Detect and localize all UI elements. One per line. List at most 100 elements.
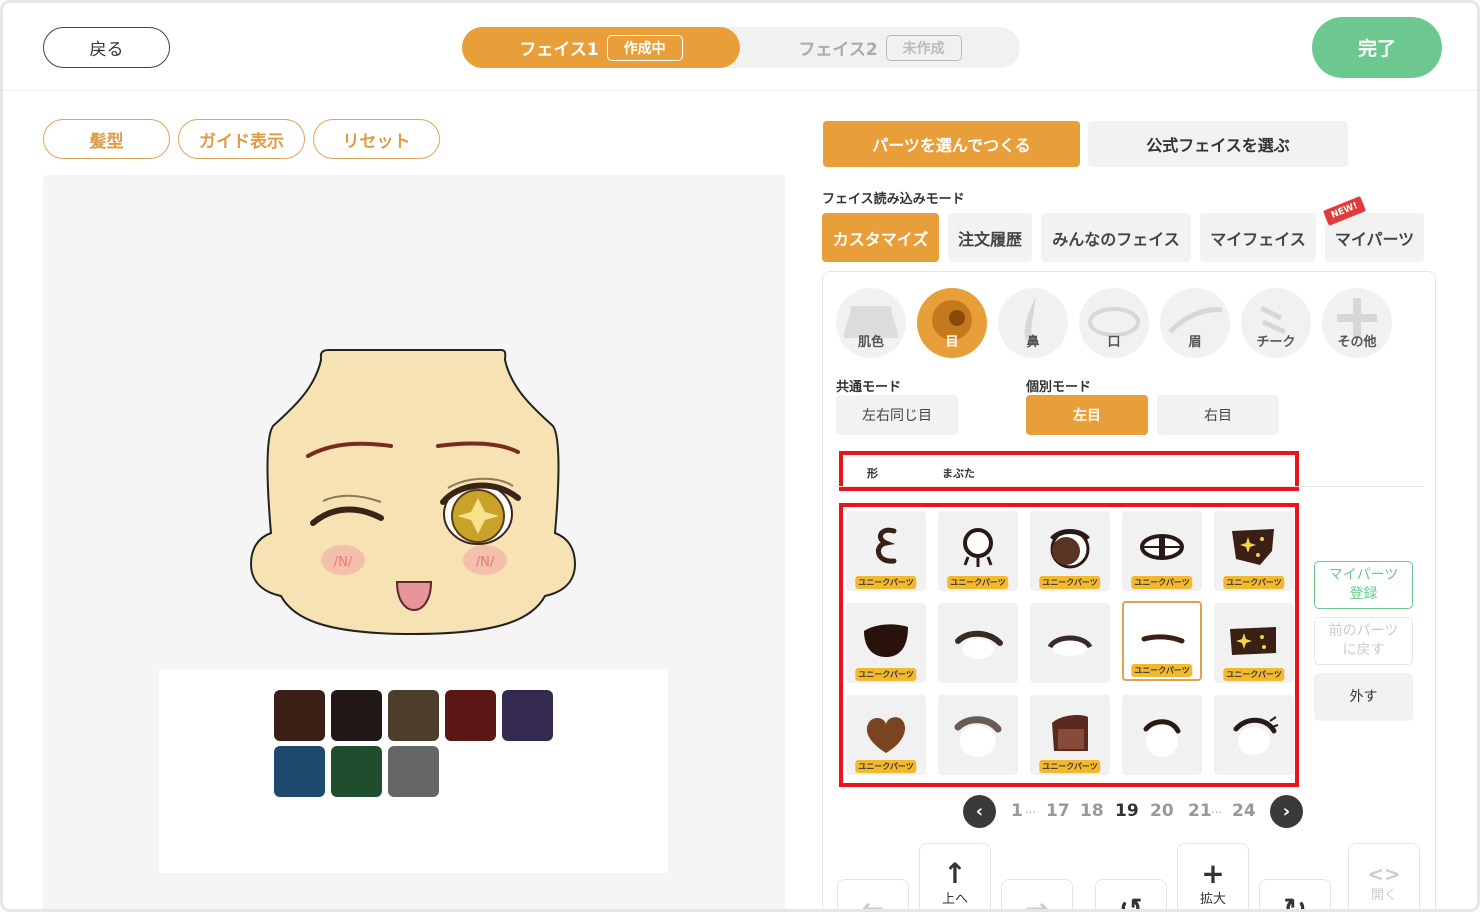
part-item[interactable]: ユニークパーツ bbox=[1214, 511, 1294, 591]
chevron-right-icon: › bbox=[1282, 801, 1291, 822]
tab-everyone-faces[interactable]: みんなのフェイス bbox=[1041, 213, 1191, 262]
part-item[interactable] bbox=[1214, 695, 1294, 775]
register-my-parts-button[interactable]: マイパーツ 登録 bbox=[1314, 561, 1413, 609]
part-item[interactable]: ユニークパーツ bbox=[1030, 511, 1110, 591]
move-up-label: 上へ bbox=[941, 891, 968, 907]
part-item[interactable] bbox=[938, 695, 1018, 775]
tab-face2[interactable]: フェイス2 未作成 bbox=[740, 27, 1020, 68]
tab-face1[interactable]: フェイス1 作成中 bbox=[462, 27, 740, 68]
hairstyle-button[interactable]: 髪型 bbox=[43, 119, 170, 159]
both-eyes-same-button[interactable]: 左右同じ目 bbox=[836, 395, 958, 435]
zoom-in-button[interactable]: + 拡大 bbox=[1177, 843, 1249, 909]
left-eye-button[interactable]: 左目 bbox=[1026, 395, 1148, 435]
left-cheek-mark: /N/ bbox=[334, 555, 353, 570]
unique-part-badge: ユニークパーツ bbox=[947, 576, 1009, 589]
part-item[interactable]: ユニークパーツ bbox=[1214, 603, 1294, 683]
prev-page-button[interactable]: ‹ bbox=[963, 795, 996, 828]
category-cheek-label: チーク bbox=[1256, 335, 1296, 350]
category-mouth-label: 口 bbox=[1107, 335, 1121, 350]
part-item[interactable]: ユニークパーツ bbox=[1122, 511, 1202, 591]
part-item[interactable] bbox=[1030, 603, 1110, 683]
category-eye[interactable]: 目 bbox=[917, 288, 987, 358]
unique-part-badge: ユニークパーツ bbox=[1223, 668, 1285, 681]
tab-face2-label: フェイス2 bbox=[798, 40, 878, 60]
part-item[interactable] bbox=[1122, 695, 1202, 775]
face-preview[interactable]: /N/ /N/ bbox=[243, 338, 583, 638]
move-up-button[interactable]: ↑ 上へ bbox=[919, 843, 991, 909]
move-right-button[interactable]: → bbox=[1001, 879, 1073, 909]
rotate-right-button[interactable]: ↻ bbox=[1259, 879, 1331, 909]
color-swatch[interactable] bbox=[388, 746, 439, 797]
color-swatch[interactable] bbox=[274, 690, 325, 741]
tab-face1-status: 作成中 bbox=[606, 34, 683, 61]
sub-tabs-highlight bbox=[839, 451, 1299, 491]
sub-tabs-divider bbox=[836, 486, 1424, 487]
color-swatch[interactable] bbox=[388, 690, 439, 741]
tab-order-history[interactable]: 注文履歴 bbox=[948, 213, 1032, 262]
undo-part-button[interactable]: 前のパーツ に戻す bbox=[1314, 617, 1413, 665]
color-swatch[interactable] bbox=[331, 690, 382, 741]
right-eye-button[interactable]: 右目 bbox=[1157, 395, 1279, 435]
unique-part-badge: ユニークパーツ bbox=[1131, 576, 1193, 589]
arrow-up-icon: ↑ bbox=[943, 856, 967, 890]
color-swatch[interactable] bbox=[331, 746, 382, 797]
page-link[interactable]: 18 bbox=[1080, 801, 1104, 821]
category-brow-label: 眉 bbox=[1188, 335, 1202, 350]
unique-part-badge: ユニークパーツ bbox=[1223, 576, 1285, 589]
unique-part-badge: ユニークパーツ bbox=[1039, 760, 1101, 773]
page-link-current[interactable]: 19 bbox=[1115, 801, 1139, 821]
page-link[interactable]: 24 bbox=[1232, 801, 1256, 821]
closed-lash-eye-icon bbox=[955, 630, 1003, 659]
back-button[interactable]: 戻る bbox=[43, 27, 170, 68]
category-eye-label: 目 bbox=[945, 335, 959, 350]
page-ellipsis: … bbox=[1025, 803, 1036, 816]
rotate-left-icon: ↺ bbox=[1119, 892, 1143, 912]
next-page-button[interactable]: › bbox=[1270, 795, 1303, 828]
part-item-selected[interactable]: ユニークパーツ bbox=[1122, 601, 1202, 681]
page-link[interactable]: 21 bbox=[1188, 801, 1212, 821]
part-item[interactable]: ユニークパーツ bbox=[846, 511, 926, 591]
part-item[interactable]: ユニークパーツ bbox=[1030, 695, 1110, 775]
open-button[interactable]: <> 開く bbox=[1348, 843, 1420, 909]
zoom-in-label: 拡大 bbox=[1199, 891, 1226, 907]
guide-toggle-button[interactable]: ガイド表示 bbox=[178, 119, 305, 159]
part-item[interactable]: ユニークパーツ bbox=[846, 695, 926, 775]
official-face-button[interactable]: 公式フェイスを選ぶ bbox=[1088, 121, 1348, 167]
page-ellipsis: … bbox=[1211, 803, 1222, 816]
category-mouth[interactable]: 口 bbox=[1079, 288, 1149, 358]
unique-part-badge: ユニークパーツ bbox=[855, 760, 917, 773]
build-parts-button[interactable]: パーツを選んでつくる bbox=[823, 121, 1080, 167]
category-nose[interactable]: 鼻 bbox=[998, 288, 1068, 358]
color-swatch[interactable] bbox=[502, 690, 553, 741]
lashy-eye-icon bbox=[1233, 716, 1279, 755]
rotate-left-button[interactable]: ↺ bbox=[1095, 879, 1167, 912]
tab-my-face[interactable]: マイフェイス bbox=[1200, 213, 1316, 262]
remove-part-button[interactable]: 外す bbox=[1314, 673, 1413, 721]
chevron-left-icon: ‹ bbox=[975, 801, 984, 822]
soft-lid-eye-icon bbox=[954, 716, 1002, 757]
page-link[interactable]: 1 bbox=[1011, 801, 1023, 821]
tab-customize[interactable]: カスタマイズ bbox=[822, 213, 939, 262]
category-cheek[interactable]: チーク bbox=[1241, 288, 1311, 358]
open-label: 開く bbox=[1370, 887, 1397, 903]
sub-tab-shape[interactable]: 形 bbox=[867, 465, 878, 481]
move-left-button[interactable]: ← bbox=[837, 879, 909, 909]
part-item[interactable]: ユニークパーツ bbox=[846, 603, 926, 683]
category-other[interactable]: その他 bbox=[1322, 288, 1392, 358]
page-link[interactable]: 20 bbox=[1150, 801, 1174, 821]
tab-face1-label: フェイス1 bbox=[519, 40, 599, 60]
category-other-label: その他 bbox=[1337, 335, 1377, 350]
part-item[interactable]: ユニークパーツ bbox=[938, 511, 1018, 591]
category-nose-label: 鼻 bbox=[1026, 335, 1040, 350]
category-skin[interactable]: 肌色 bbox=[836, 288, 906, 358]
color-swatch[interactable] bbox=[445, 690, 496, 741]
part-item[interactable] bbox=[938, 603, 1018, 683]
reset-button[interactable]: リセット bbox=[313, 119, 440, 159]
app-window: 戻る フェイス1 作成中 フェイス2 未作成 完了 髪型 ガイド表示 リセット bbox=[0, 0, 1480, 912]
color-swatch[interactable] bbox=[274, 746, 325, 797]
page-link[interactable]: 17 bbox=[1046, 801, 1070, 821]
done-button[interactable]: 完了 bbox=[1312, 17, 1442, 78]
sub-tab-eyelid[interactable]: まぶた bbox=[942, 465, 975, 481]
category-brow[interactable]: 眉 bbox=[1160, 288, 1230, 358]
category-skin-label: 肌色 bbox=[857, 335, 884, 350]
